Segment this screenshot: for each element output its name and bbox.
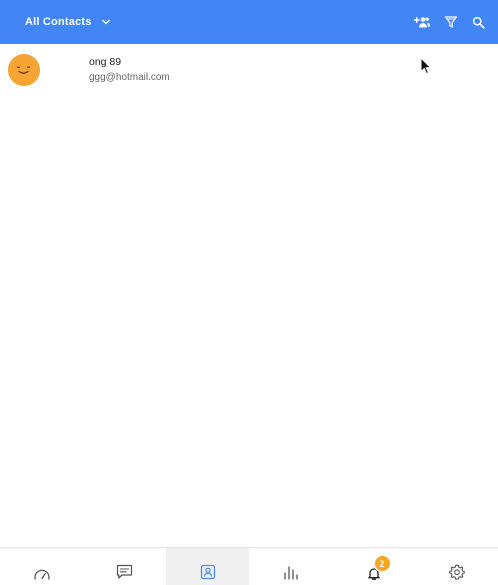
nav-item-contacts[interactable] bbox=[166, 548, 249, 585]
add-contact-button[interactable] bbox=[411, 11, 433, 33]
nav-item-reports[interactable] bbox=[249, 548, 332, 585]
contacts-icon bbox=[200, 564, 215, 580]
contact-filter-label: All Contacts bbox=[25, 16, 92, 28]
top-app-bar: All Contacts bbox=[0, 0, 498, 44]
search-icon bbox=[472, 16, 485, 29]
dashboard-icon bbox=[33, 569, 50, 580]
nav-item-notifications[interactable]: 2 bbox=[332, 548, 415, 585]
mouse-pointer-icon bbox=[420, 57, 432, 75]
contact-name: ong 89 bbox=[89, 56, 122, 68]
nav-item-settings[interactable] bbox=[415, 548, 498, 585]
avatar bbox=[8, 54, 40, 86]
contact-email: ggg@hotmail.com bbox=[89, 72, 170, 83]
add-contact-icon bbox=[413, 17, 430, 28]
chat-icon bbox=[116, 564, 133, 579]
filter-icon bbox=[444, 16, 458, 28]
bottom-navigation: 2 bbox=[0, 547, 498, 585]
search-button[interactable] bbox=[467, 11, 489, 33]
notification-count-badge: 2 bbox=[374, 556, 390, 571]
nav-item-conversations[interactable] bbox=[83, 548, 166, 585]
reports-icon bbox=[283, 566, 298, 580]
gear-icon bbox=[448, 564, 465, 580]
nav-item-dashboard[interactable] bbox=[0, 548, 83, 585]
contact-filter-dropdown[interactable]: All Contacts bbox=[25, 0, 111, 44]
filter-button[interactable] bbox=[440, 11, 462, 33]
smiley-avatar-icon bbox=[8, 54, 40, 86]
chevron-down-icon bbox=[101, 19, 110, 25]
